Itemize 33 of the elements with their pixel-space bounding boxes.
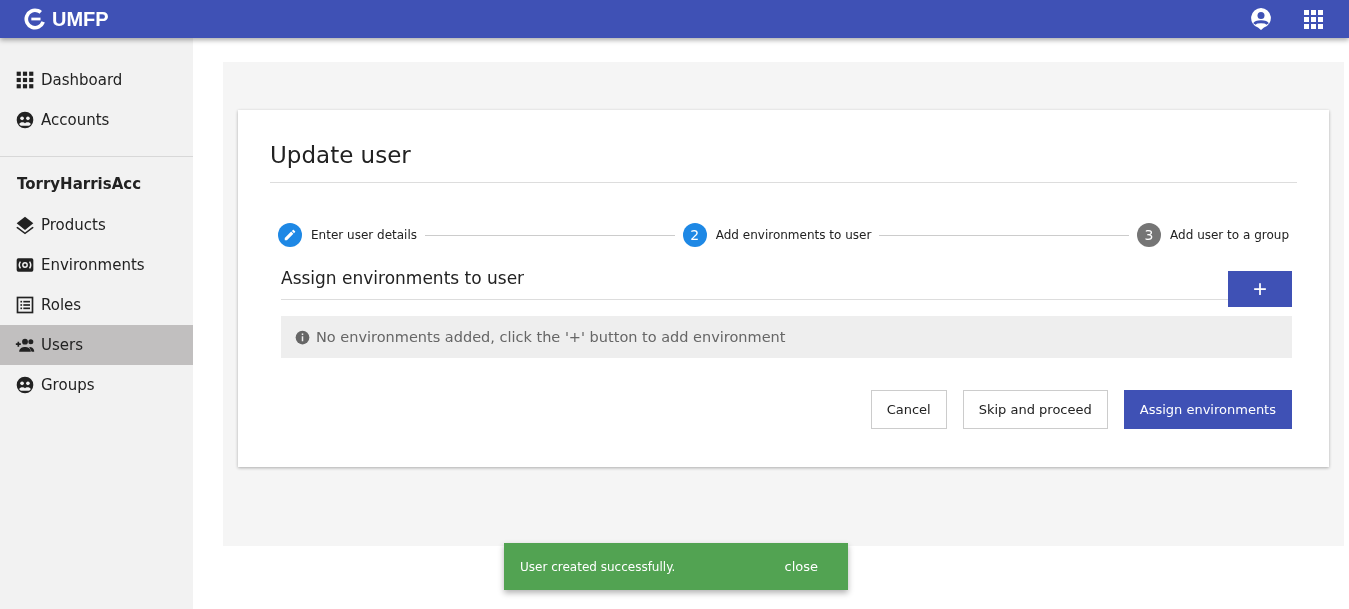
step-label: Enter user details [311,228,417,242]
primary-button[interactable]: Assign environments [1123,390,1292,429]
step-label: Add user to a group [1170,228,1289,242]
snackbar-message: User created successfully. [520,559,676,574]
app-title: UMFP [52,7,109,31]
grid-icon [15,70,35,90]
account-name: TorryHarrisAcc [16,174,143,195]
info-text: No environments added, click the '+' button to add environment [316,329,786,345]
sidebar-item[interactable]: Users [0,325,193,365]
section-title: Assign environments to user [281,268,525,290]
group-icon [15,375,35,395]
layers-icon [15,215,35,235]
sidebar-item[interactable]: Accounts [0,100,193,140]
sidebar-item[interactable]: Environments [0,245,193,285]
step-number: 3 [1137,223,1162,247]
outline-button[interactable]: Cancel [870,390,947,429]
step-number: 2 [682,223,707,247]
account-icon[interactable] [1249,7,1273,31]
step-label: Add environments to user [715,228,872,242]
sidebar-item[interactable]: Groups [0,365,193,405]
page-title: Update user [270,142,1297,183]
outline-button[interactable]: Skip and proceed [962,390,1108,429]
sidebar-item[interactable]: Dashboard [0,60,193,100]
logo-icon [24,8,46,30]
info-icon [295,329,310,345]
sidebar-item[interactable]: Products [0,205,193,245]
apps-icon[interactable] [1301,7,1325,31]
list-icon [15,295,35,315]
step-done-icon [278,223,302,247]
add-button[interactable]: + [1228,271,1292,307]
sidebar-item[interactable]: Roles [0,285,193,325]
group-icon [15,110,35,130]
radio-icon [15,255,35,275]
